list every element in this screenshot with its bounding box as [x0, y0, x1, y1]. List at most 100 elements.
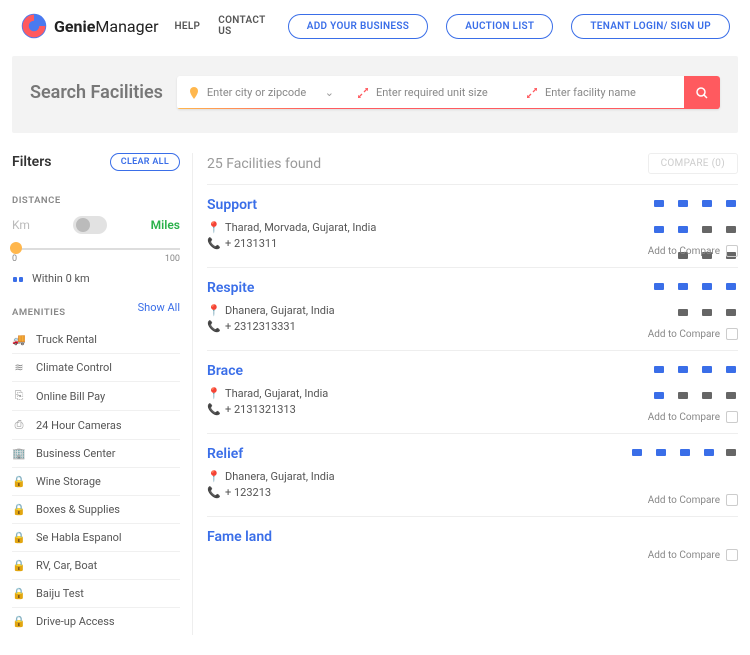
name-input[interactable]: Enter facility name: [515, 76, 684, 109]
feature-icons: [630, 446, 738, 464]
feature-icons: [618, 363, 738, 407]
feature-icon: [676, 306, 690, 318]
feature-icon: [676, 389, 690, 401]
amenity-item[interactable]: 🚚Truck Rental: [12, 326, 180, 353]
result-card: Support📍Tharad, Morvada, Gujarat, India📞…: [207, 184, 738, 267]
amenity-icon: ⎘: [12, 389, 26, 403]
amenity-icon: ⎙: [12, 418, 26, 432]
expand-icon: [527, 88, 537, 98]
add-business-button[interactable]: ADD YOUR BUSINESS: [288, 14, 428, 39]
filters-title: Filters: [12, 154, 51, 170]
feature-icon: [630, 446, 644, 458]
logo-icon: [20, 12, 48, 40]
amenity-item[interactable]: 🏢Business Center: [12, 439, 180, 467]
size-input[interactable]: Enter required unit size: [346, 76, 515, 109]
result-card: Respite📍Dhanera, Gujarat, India📞+ 231231…: [207, 267, 738, 350]
city-input[interactable]: Enter city or zipcode ⌄: [177, 76, 346, 109]
expand-icon: [358, 88, 368, 98]
amenities-list: 🚚Truck Rental≋Climate Control⎘Online Bil…: [12, 326, 180, 635]
feature-icons: [618, 280, 738, 324]
results-panel: 25 Facilities found COMPARE (0) Support📍…: [192, 153, 738, 635]
miles-label[interactable]: Miles: [151, 218, 180, 232]
auction-list-button[interactable]: AUCTION LIST: [446, 14, 553, 39]
add-to-compare[interactable]: Add to Compare: [648, 245, 738, 257]
distance-label: DISTANCE: [12, 195, 180, 206]
amenities-label: AMENITIES: [12, 307, 66, 318]
feature-icon: [676, 223, 690, 235]
amenity-item[interactable]: 🔒Se Habla Espanol: [12, 523, 180, 551]
amenity-item[interactable]: ⎙24 Hour Cameras: [12, 410, 180, 439]
feature-icon: [700, 389, 714, 401]
add-to-compare[interactable]: Add to Compare: [648, 328, 738, 340]
result-card: Fame land Add to Compare: [207, 516, 738, 571]
amenity-item[interactable]: 🔒Wine Storage: [12, 467, 180, 495]
nav-contact[interactable]: CONTACT US: [218, 15, 270, 37]
feature-icon: [724, 280, 738, 292]
feature-icon: [678, 446, 692, 458]
pin-icon: 📍: [207, 470, 217, 483]
amenity-item[interactable]: 🔒RV, Car, Boat: [12, 551, 180, 579]
amenity-icon: 🔒: [12, 615, 26, 628]
feature-icon: [652, 389, 666, 401]
unit-toggle: Km Miles: [12, 216, 180, 234]
amenity-icon: 🔒: [12, 503, 26, 516]
result-card: Brace📍Tharad, Gujarat, India📞+ 213132131…: [207, 350, 738, 433]
feature-icon: [700, 280, 714, 292]
facility-name-link[interactable]: Fame land: [207, 529, 738, 545]
pin-icon: 📍: [207, 221, 217, 234]
pin-icon: [189, 87, 199, 99]
phone-icon: 📞: [207, 486, 217, 499]
logo[interactable]: GenieManager: [20, 12, 159, 40]
add-to-compare[interactable]: Add to Compare: [648, 494, 738, 506]
search-button[interactable]: [684, 76, 720, 109]
feature-icon: [652, 223, 666, 235]
amenity-item[interactable]: ≋Climate Control: [12, 353, 180, 381]
amenity-icon: 🚚: [12, 333, 26, 346]
clear-all-button[interactable]: CLEAR ALL: [110, 153, 180, 171]
results-count: 25 Facilities found: [207, 156, 321, 172]
feature-icon: [724, 306, 738, 318]
distance-slider[interactable]: [12, 248, 180, 250]
amenity-item[interactable]: 🔒Drive-up Access: [12, 607, 180, 635]
amenity-item[interactable]: ⎘Online Bill Pay: [12, 381, 180, 410]
feature-icon: [652, 280, 666, 292]
feature-icon: [724, 446, 738, 458]
amenity-icon: 🔒: [12, 559, 26, 572]
search-title: Search Facilities: [30, 82, 163, 103]
within-row: Within 0 km: [12, 272, 180, 285]
feature-icon: [724, 197, 738, 209]
add-to-compare[interactable]: Add to Compare: [648, 549, 738, 561]
phone-icon: 📞: [207, 237, 217, 250]
amenity-icon: 🔒: [12, 475, 26, 488]
filters-sidebar: Filters CLEAR ALL DISTANCE Km Miles 0100…: [12, 153, 192, 635]
brand-name: GenieManager: [54, 17, 159, 36]
feature-icon: [652, 197, 666, 209]
amenity-icon: 🏢: [12, 447, 26, 460]
add-to-compare[interactable]: Add to Compare: [648, 411, 738, 423]
chevron-down-icon: ⌄: [325, 86, 334, 99]
feature-icon: [676, 280, 690, 292]
feature-icon: [652, 363, 666, 375]
amenity-item[interactable]: 🔒Baiju Test: [12, 579, 180, 607]
header: GenieManager HELP CONTACT US ADD YOUR BU…: [0, 0, 750, 56]
feature-icon: [676, 363, 690, 375]
pin-icon: 📍: [207, 304, 217, 317]
address-line: 📍Dhanera, Gujarat, India: [207, 470, 738, 483]
feature-icon: [700, 197, 714, 209]
binoculars-icon: [12, 273, 24, 285]
search-panel: Search Facilities Enter city or zipcode …: [12, 56, 738, 133]
tenant-login-button[interactable]: TENANT LOGIN/ SIGN UP: [571, 14, 730, 39]
nav-help[interactable]: HELP: [175, 21, 201, 32]
phone-icon: 📞: [207, 403, 217, 416]
feature-icon: [700, 363, 714, 375]
unit-switch[interactable]: [73, 216, 107, 234]
amenity-icon: 🔒: [12, 587, 26, 600]
km-label[interactable]: Km: [12, 218, 30, 232]
search-icon: [695, 86, 709, 100]
search-bar: Enter city or zipcode ⌄ Enter required u…: [177, 76, 720, 109]
show-all-link[interactable]: Show All: [138, 301, 180, 314]
feature-icon: [676, 197, 690, 209]
compare-button[interactable]: COMPARE (0): [648, 153, 738, 174]
amenity-item[interactable]: 🔒Boxes & Supplies: [12, 495, 180, 523]
pin-icon: 📍: [207, 387, 217, 400]
